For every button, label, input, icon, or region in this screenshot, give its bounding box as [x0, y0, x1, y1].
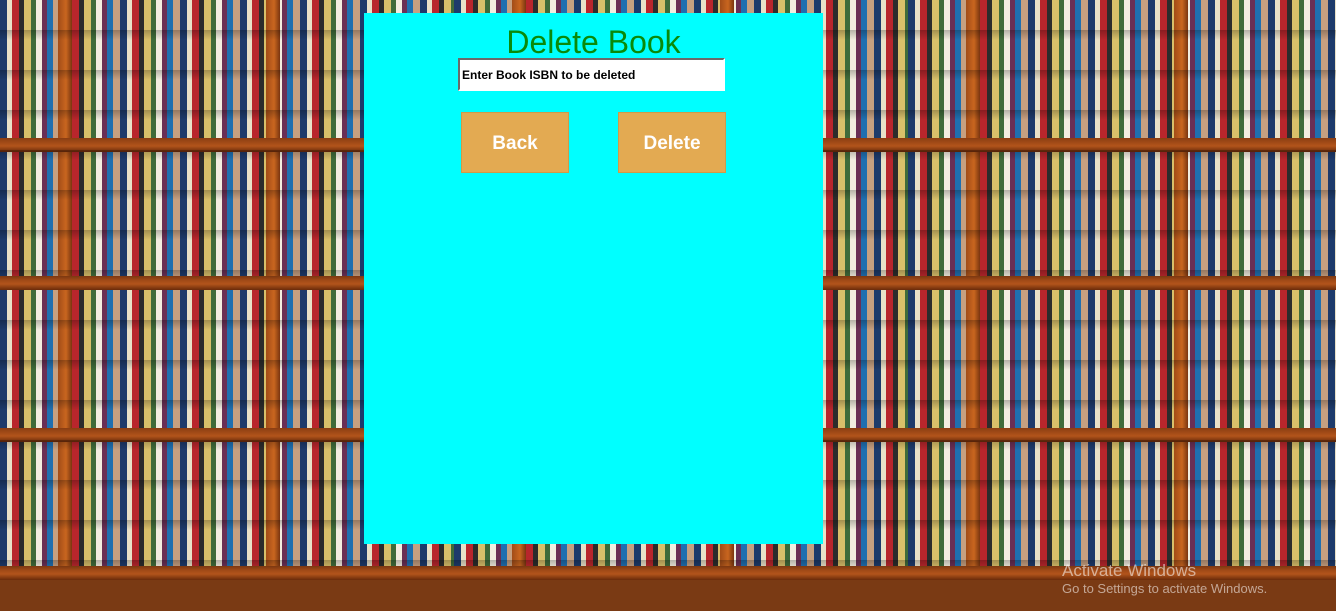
watermark-title: Activate Windows [1062, 561, 1197, 580]
bookshelf-tile [908, 290, 1336, 580]
back-button[interactable]: Back [461, 112, 569, 173]
delete-book-panel: Delete Book Back Delete [364, 13, 823, 544]
activate-windows-watermark: Activate Windows Go to Settings to activ… [1062, 561, 1267, 597]
page-title: Delete Book [506, 24, 681, 60]
delete-button[interactable]: Delete [618, 112, 726, 173]
watermark-subtitle: Go to Settings to activate Windows. [1062, 581, 1268, 596]
bookshelf-tile [908, 0, 1336, 290]
isbn-input[interactable] [458, 58, 725, 91]
